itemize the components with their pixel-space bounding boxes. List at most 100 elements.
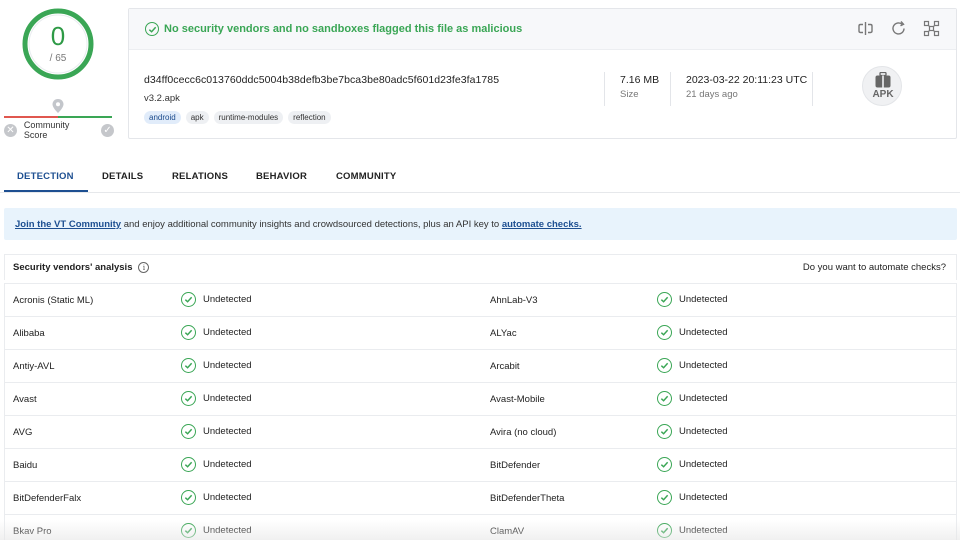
vendor-result: Undetected (657, 424, 728, 439)
vendor-name: Alibaba (13, 328, 45, 339)
detection-score-ring: 0 / 65 (21, 7, 95, 81)
vendor-name: BitDefender (490, 460, 541, 471)
check-circle-icon (181, 523, 196, 538)
android-package-icon (875, 72, 891, 88)
vote-harmful-icon[interactable]: ✕ (4, 123, 17, 137)
map-pin-icon (52, 99, 64, 113)
vendor-result: Undetected (657, 292, 728, 307)
vendor-result: Undetected (657, 391, 728, 406)
automate-checks-prompt[interactable]: Do you want to automate checks? (803, 262, 946, 273)
check-circle-icon (181, 358, 196, 373)
verdict-banner: No security vendors and no sandboxes fla… (129, 9, 956, 50)
file-size: 7.16 MB (620, 74, 660, 86)
vendor-result: Undetected (181, 325, 252, 340)
check-circle-icon (657, 292, 672, 307)
vendor-result: Undetected (657, 325, 728, 340)
info-icon[interactable]: i (138, 262, 150, 273)
reanalyze-icon[interactable] (890, 20, 907, 37)
vendor-name: AVG (13, 427, 33, 438)
graph-icon[interactable] (923, 20, 940, 37)
table-row: Antiy-AVL Undetected Arcabit Undetected (4, 349, 957, 382)
meta-divider (670, 72, 671, 106)
tab-behavior[interactable]: BEHAVIOR (256, 171, 307, 182)
automate-checks-link[interactable]: automate checks. (502, 219, 582, 230)
detection-count: 0 (50, 21, 66, 51)
tag-reflection[interactable]: reflection (288, 111, 331, 124)
check-circle-icon (181, 391, 196, 406)
vendor-result: Undetected (181, 490, 252, 505)
table-row: BitDefenderFalx Undetected BitDefenderTh… (4, 481, 957, 514)
check-circle-icon (181, 457, 196, 472)
check-circle-icon (181, 490, 196, 505)
tag-android[interactable]: android (144, 111, 181, 124)
vendor-name: AhnLab-V3 (490, 295, 538, 306)
table-row: Acronis (Static ML) Undetected AhnLab-V3… (4, 283, 957, 316)
file-hash[interactable]: d34ff0cecc6c013760ddc5004b38defb3be7bca3… (144, 74, 499, 86)
community-score-bar (4, 116, 112, 118)
active-tab-indicator (4, 190, 88, 192)
file-type-badge: APK (862, 66, 902, 106)
result-label: Undetected (203, 360, 252, 371)
vendor-result: Undetected (657, 358, 728, 373)
result-label: Undetected (679, 525, 728, 536)
engine-total: / 65 (49, 53, 67, 64)
result-label: Undetected (679, 492, 728, 503)
file-name: v3.2.apk (144, 93, 180, 104)
check-circle-icon (145, 22, 159, 36)
vendor-name: Arcabit (490, 361, 520, 372)
tab-detection[interactable]: DETECTION (17, 171, 74, 182)
table-row: Bkav Pro Undetected ClamAV Undetected (4, 514, 957, 540)
result-label: Undetected (203, 459, 252, 470)
analysis-date-relative: 21 days ago (686, 89, 738, 100)
tab-details[interactable]: DETAILS (102, 171, 143, 182)
community-score-label: Community Score (23, 120, 70, 140)
tag-runtime-modules[interactable]: runtime-modules (213, 111, 284, 124)
check-circle-icon (657, 358, 672, 373)
result-label: Undetected (203, 393, 252, 404)
check-circle-icon (181, 292, 196, 307)
table-row: Baidu Undetected BitDefender Undetected (4, 448, 957, 481)
vendor-result: Undetected (181, 457, 252, 472)
vendor-result: Undetected (657, 523, 728, 538)
vendors-analysis-title: Security vendors' analysis (13, 262, 133, 273)
result-label: Undetected (203, 525, 252, 536)
result-label: Undetected (679, 360, 728, 371)
tag-apk[interactable]: apk (185, 111, 209, 124)
check-circle-icon (657, 325, 672, 340)
vendor-name: Avira (no cloud) (490, 427, 557, 438)
check-circle-icon (181, 424, 196, 439)
vendors-analysis-header: Security vendors' analysis i Do you want… (4, 254, 957, 280)
result-label: Undetected (203, 426, 252, 437)
meta-divider (604, 72, 605, 106)
vote-harmless-icon[interactable]: ✓ (101, 123, 114, 137)
community-notice: Join the VT Community and enjoy addition… (4, 208, 957, 240)
table-row: AVG Undetected Avira (no cloud) Undetect… (4, 415, 957, 448)
check-circle-icon (181, 325, 196, 340)
table-row: Alibaba Undetected ALYac Undetected (4, 316, 957, 349)
vendor-result: Undetected (657, 457, 728, 472)
table-row: Avast Undetected Avast-Mobile Undetected (4, 382, 957, 415)
tab-relations[interactable]: RELATIONS (172, 171, 228, 182)
result-label: Undetected (679, 426, 728, 437)
vendor-name: Acronis (Static ML) (13, 295, 94, 306)
check-circle-icon (657, 457, 672, 472)
check-circle-icon (657, 391, 672, 406)
vendor-name: BitDefenderFalx (13, 493, 82, 504)
vendor-name: BitDefenderTheta (490, 493, 565, 504)
vendor-name: ALYac (490, 328, 517, 339)
vendor-name: Baidu (13, 460, 38, 471)
vendor-result: Undetected (657, 490, 728, 505)
result-label: Undetected (203, 492, 252, 503)
tab-community[interactable]: COMMUNITY (336, 171, 396, 182)
join-community-link[interactable]: Join the VT Community (15, 219, 121, 230)
result-label: Undetected (679, 393, 728, 404)
file-type-label: APK (872, 89, 894, 100)
vendor-result: Undetected (181, 391, 252, 406)
vendor-name: Avast-Mobile (490, 394, 545, 405)
report-tabs: DETECTION DETAILS RELATIONS BEHAVIOR COM… (0, 160, 960, 193)
compare-icon[interactable] (857, 20, 874, 37)
verdict-text: No security vendors and no sandboxes fla… (164, 23, 523, 35)
notice-text: and enjoy additional community insights … (121, 219, 502, 230)
result-label: Undetected (679, 294, 728, 305)
result-label: Undetected (203, 327, 252, 338)
